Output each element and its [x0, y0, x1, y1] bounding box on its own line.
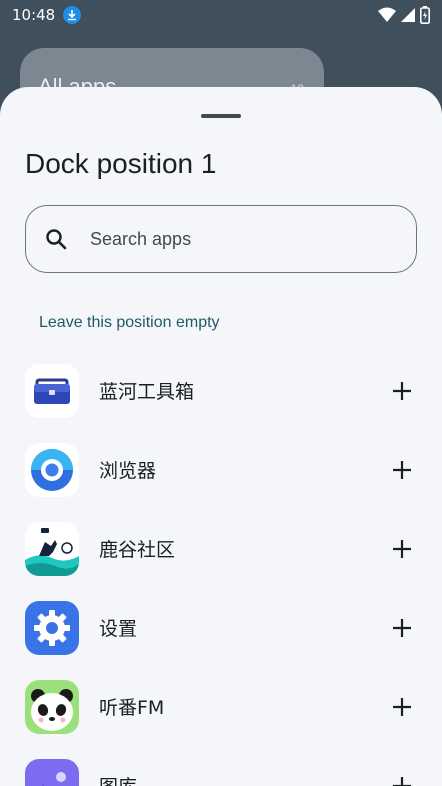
plus-icon[interactable]: [390, 616, 414, 640]
status-bar: 10:48: [0, 0, 442, 30]
plus-icon[interactable]: [390, 458, 414, 482]
wifi-icon: [378, 7, 396, 22]
plus-icon[interactable]: [390, 537, 414, 561]
app-row-toolbox[interactable]: 蓝河工具箱: [0, 351, 442, 430]
search-icon: [44, 227, 68, 251]
battery-icon: [420, 6, 430, 24]
app-row-settings[interactable]: 设置: [0, 588, 442, 667]
toolbox-icon: [25, 363, 79, 418]
dock-position-sheet: Dock position 1 Leave this position empt…: [0, 87, 442, 786]
app-row-tingfan-fm[interactable]: 听番FM: [0, 667, 442, 746]
app-label: 听番FM: [99, 697, 165, 719]
search-box[interactable]: [25, 205, 417, 273]
drag-handle[interactable]: [201, 114, 241, 118]
leave-empty-option[interactable]: Leave this position empty: [39, 314, 220, 332]
app-row-gallery[interactable]: 图库: [0, 746, 442, 786]
app-label: 浏览器: [99, 460, 157, 482]
app-list: 蓝河工具箱 浏览器 鹿谷社区 设置 听番FM: [0, 351, 442, 786]
app-row-deer-community[interactable]: 鹿谷社区: [0, 509, 442, 588]
status-time: 10:48: [12, 6, 56, 24]
plus-icon[interactable]: [390, 695, 414, 719]
panda-icon: [25, 679, 79, 734]
app-label: 图库: [99, 772, 137, 786]
plus-icon[interactable]: [390, 379, 414, 403]
sheet-title: Dock position 1: [25, 148, 217, 179]
download-icon: [63, 6, 82, 24]
app-label: 鹿谷社区: [99, 539, 176, 561]
browser-icon: [25, 442, 79, 497]
app-label: 设置: [99, 618, 138, 640]
gallery-icon: [25, 758, 79, 786]
search-input[interactable]: [90, 228, 370, 250]
app-label: 蓝河工具箱: [99, 381, 195, 403]
settings-gear-icon: [25, 600, 79, 655]
deer-community-icon: [25, 521, 79, 576]
app-row-browser[interactable]: 浏览器: [0, 430, 442, 509]
plus-icon[interactable]: [390, 774, 414, 786]
signal-icon: [401, 8, 415, 22]
